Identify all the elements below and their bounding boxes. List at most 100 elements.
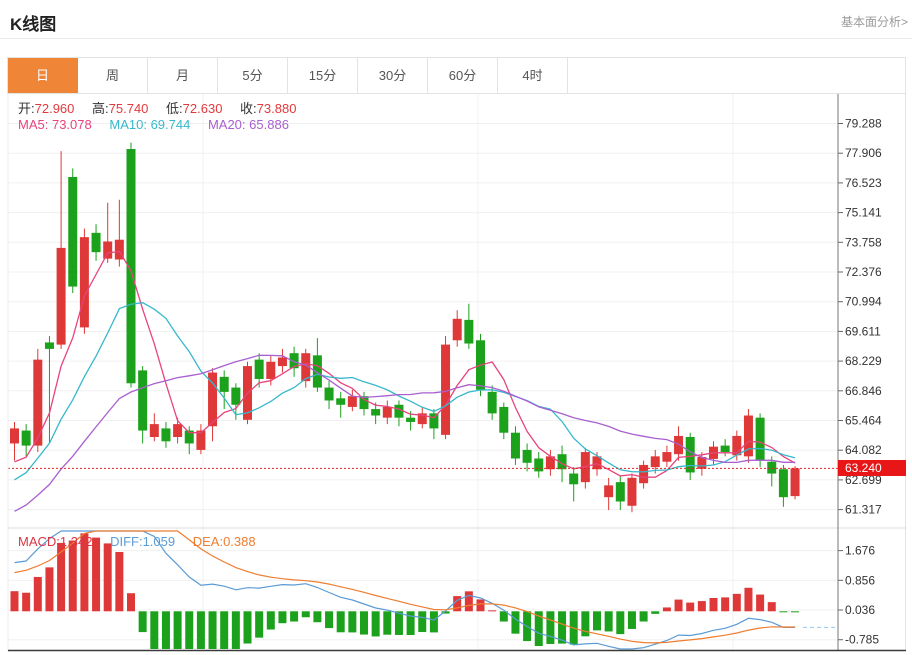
macd-legend: MACD:1.342 DIFF:1.059 DEA:0.388 xyxy=(18,534,270,549)
macd-bar-up xyxy=(11,591,19,611)
price-axis-label: 73.758 xyxy=(845,235,882,249)
macd-bar-down xyxy=(267,611,275,629)
macd-bar-down xyxy=(372,611,380,636)
candle-body-down xyxy=(767,462,776,474)
macd-bar-down xyxy=(290,611,298,621)
candle-body-down xyxy=(138,370,147,430)
macd-bar-down xyxy=(511,611,519,633)
candle-body-up xyxy=(208,373,217,427)
candle-body-up xyxy=(103,241,112,258)
macd-bar-down xyxy=(255,611,263,637)
tab-7-4时[interactable]: 4时 xyxy=(498,58,568,93)
candle-body-down xyxy=(686,437,695,472)
macd-bar-up xyxy=(57,543,65,611)
low-value: 72.630 xyxy=(183,101,223,116)
macd-bar-down xyxy=(383,611,391,634)
candle-body-down xyxy=(336,398,345,404)
macd-bar-down xyxy=(523,611,531,641)
candle-body-up xyxy=(301,353,310,381)
candle-body-up xyxy=(150,424,159,437)
candle-body-down xyxy=(756,418,765,461)
macd-bar-down xyxy=(791,611,799,612)
candle-body-down xyxy=(255,360,264,379)
macd-bar-down xyxy=(535,611,543,646)
ma20-value: 65.886 xyxy=(249,117,289,132)
candle-body-up xyxy=(662,452,671,462)
candle-body-down xyxy=(290,353,299,368)
candle-body-up xyxy=(418,413,427,424)
low-label: 低: xyxy=(166,101,183,116)
candle-body-up xyxy=(348,396,357,407)
ma10-value: 69.744 xyxy=(151,117,191,132)
candle-body-down xyxy=(394,405,403,418)
candle-body-up xyxy=(278,357,287,366)
candle-body-up xyxy=(697,457,706,469)
price-axis-label: 66.846 xyxy=(845,384,882,398)
candle-body-down xyxy=(406,418,415,422)
candle-body-down xyxy=(464,320,473,344)
close-value: 73.880 xyxy=(257,101,297,116)
candle-body-down xyxy=(22,431,31,446)
ma10-line xyxy=(15,303,796,480)
ma10-label: MA10: xyxy=(109,117,147,132)
candle-body-up xyxy=(196,431,205,450)
tab-0-日[interactable]: 日 xyxy=(8,58,78,93)
macd-bar-down xyxy=(139,611,147,632)
macd-bar-down xyxy=(616,611,624,634)
candle-body-up xyxy=(791,468,800,496)
macd-bar-up xyxy=(127,593,135,611)
macd-axis-label: -0.785 xyxy=(845,633,879,647)
candle-body-up xyxy=(651,456,660,467)
macd-bar-down xyxy=(197,611,205,649)
macd-bar-down xyxy=(209,611,217,649)
macd-bar-down xyxy=(162,611,170,649)
macd-bar-down xyxy=(337,611,345,632)
tab-1-周[interactable]: 周 xyxy=(78,58,148,93)
header: K线图 基本面分析> xyxy=(0,0,912,39)
macd-bar-up xyxy=(710,598,718,611)
macd-bar-up xyxy=(453,596,461,611)
macd-bar-down xyxy=(302,611,310,617)
price-axis-label: 72.376 xyxy=(845,265,882,279)
tab-6-60分[interactable]: 60分 xyxy=(428,58,498,93)
candle-body-up xyxy=(744,416,753,457)
macd-bar-down xyxy=(558,611,566,643)
macd-bar-up xyxy=(733,594,741,611)
candle-body-down xyxy=(511,433,520,459)
candle-body-up xyxy=(10,428,19,443)
page-title: K线图 xyxy=(10,10,56,35)
macd-bar-down xyxy=(628,611,636,629)
tab-2-月[interactable]: 月 xyxy=(148,58,218,93)
macd-bar-down xyxy=(430,611,438,632)
macd-bar-up xyxy=(768,602,776,611)
candle-body-up xyxy=(441,345,450,435)
candle-body-down xyxy=(616,482,625,501)
macd-bar-down xyxy=(313,611,321,622)
candle-body-down xyxy=(92,233,101,252)
candle-body-up xyxy=(627,478,636,506)
candle-body-down xyxy=(231,388,240,405)
candle-body-up xyxy=(266,362,275,379)
fundamental-analysis-link[interactable]: 基本面分析> xyxy=(841,13,908,30)
macd-bar-down xyxy=(232,611,240,649)
macd-axis-label: 0.856 xyxy=(845,573,875,587)
macd-axis-label: 1.676 xyxy=(845,544,875,558)
price-axis-label: 75.141 xyxy=(845,206,882,220)
tab-5-30分[interactable]: 30分 xyxy=(358,58,428,93)
ma20-label: MA20: xyxy=(208,117,246,132)
candle-body-down xyxy=(476,340,485,389)
price-axis-label: 79.288 xyxy=(845,117,882,131)
candle-body-down xyxy=(360,396,369,409)
candle-body-down xyxy=(569,474,578,485)
candle-body-down xyxy=(371,409,380,415)
tab-3-5分[interactable]: 5分 xyxy=(218,58,288,93)
macd-bar-down xyxy=(244,611,252,643)
price-axis-label: 65.464 xyxy=(845,414,882,428)
candle-body-up xyxy=(732,436,741,455)
candle-body-up xyxy=(593,456,602,469)
tab-4-15分[interactable]: 15分 xyxy=(288,58,358,93)
macd-bar-down xyxy=(348,611,356,632)
macd-bar-up xyxy=(45,567,53,611)
candle-body-up xyxy=(243,366,252,420)
candle-body-up xyxy=(604,485,613,497)
